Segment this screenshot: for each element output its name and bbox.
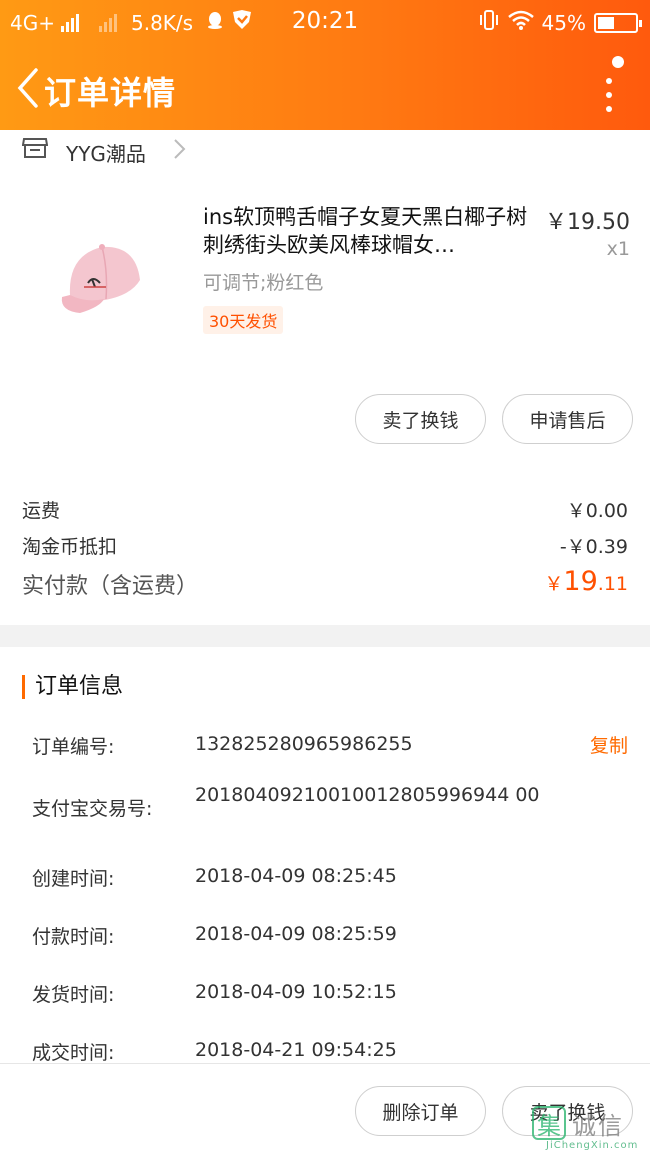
product-title[interactable]: ins软顶鸭舌帽子女夏天黑白椰子树刺绣街头欧美风棒球帽女…: [203, 203, 538, 259]
alipay-trade-label: 支付宝交易号:: [32, 798, 153, 820]
actual-payment-value: ￥19.11: [544, 566, 628, 597]
watermark-url: JiChengXin.com: [546, 1140, 639, 1151]
shipping-fee-value: ￥0.00: [566, 500, 628, 522]
actual-payment-row: 实付款（含运费） ￥19.11: [22, 566, 628, 600]
order-number-value: 132825280965986255: [195, 733, 413, 755]
copy-button[interactable]: 复制: [590, 731, 628, 758]
payment-integer: 19: [563, 566, 598, 597]
delete-order-button[interactable]: 删除订单: [355, 1086, 486, 1136]
payment-decimal: .11: [597, 573, 628, 595]
shop-icon: [21, 136, 49, 158]
shipped-time-label: 发货时间:: [32, 984, 115, 1006]
sell-for-cash-button[interactable]: 卖了换钱: [355, 394, 486, 444]
order-info-title: 订单信息: [22, 675, 123, 699]
order-number-label: 订单编号:: [32, 736, 115, 758]
notification-dot: [612, 56, 624, 68]
actual-payment-label: 实付款（含运费）: [22, 574, 199, 599]
completed-time-value: 2018-04-21 09:54:25: [195, 1039, 397, 1061]
after-sales-button[interactable]: 申请售后: [502, 394, 633, 444]
coin-discount-value: -￥0.39: [559, 536, 628, 558]
wifi-icon: [507, 10, 534, 35]
watermark-logo: 集: [532, 1106, 566, 1140]
product-price: ￥19.50: [545, 210, 630, 235]
created-time-label: 创建时间:: [32, 868, 115, 890]
product-image[interactable]: [40, 225, 160, 325]
status-bar: 4G+ 5.8K/s 20:21 45%: [0, 0, 650, 44]
shipping-tag: 30天发货: [203, 306, 284, 334]
product-spec: 可调节;粉红色: [203, 272, 324, 294]
shop-row[interactable]: YYG潮品: [0, 130, 650, 174]
chevron-right-icon: [172, 138, 186, 160]
battery-icon: [594, 12, 642, 33]
product-quantity: x1: [606, 238, 630, 260]
page-title: 订单详情: [44, 74, 177, 112]
created-time-value: 2018-04-09 08:25:45: [195, 865, 397, 887]
shipping-fee-label: 运费: [22, 500, 61, 522]
paid-time-label: 付款时间:: [32, 926, 115, 948]
battery-percent: 45%: [541, 10, 586, 35]
alipay-trade-value: 20180409210010012805996944 00: [195, 784, 540, 806]
section-divider: [0, 625, 650, 647]
coin-discount-row: 淘金币抵扣 -￥0.39: [22, 532, 628, 559]
currency-symbol: ￥: [544, 573, 564, 595]
vibrate-icon: [478, 10, 500, 35]
shipped-time-value: 2018-04-09 10:52:15: [195, 981, 397, 1003]
chevron-left-icon[interactable]: [14, 68, 44, 108]
shipping-fee-row: 运费 ￥0.00: [22, 496, 628, 523]
site-watermark: 集 诚信 JiChengXin.com: [524, 1100, 644, 1155]
coin-discount-label: 淘金币抵扣: [22, 536, 118, 558]
more-vertical-icon[interactable]: [596, 56, 626, 116]
completed-time-label: 成交时间:: [32, 1042, 115, 1064]
nav-header: 订单详情: [0, 44, 650, 130]
paid-time-value: 2018-04-09 08:25:59: [195, 923, 397, 945]
shop-name: YYG潮品: [66, 142, 146, 166]
watermark-text: 诚信: [572, 1112, 624, 1140]
app-header-background: 4G+ 5.8K/s 20:21 45% 订单详情: [0, 0, 650, 130]
